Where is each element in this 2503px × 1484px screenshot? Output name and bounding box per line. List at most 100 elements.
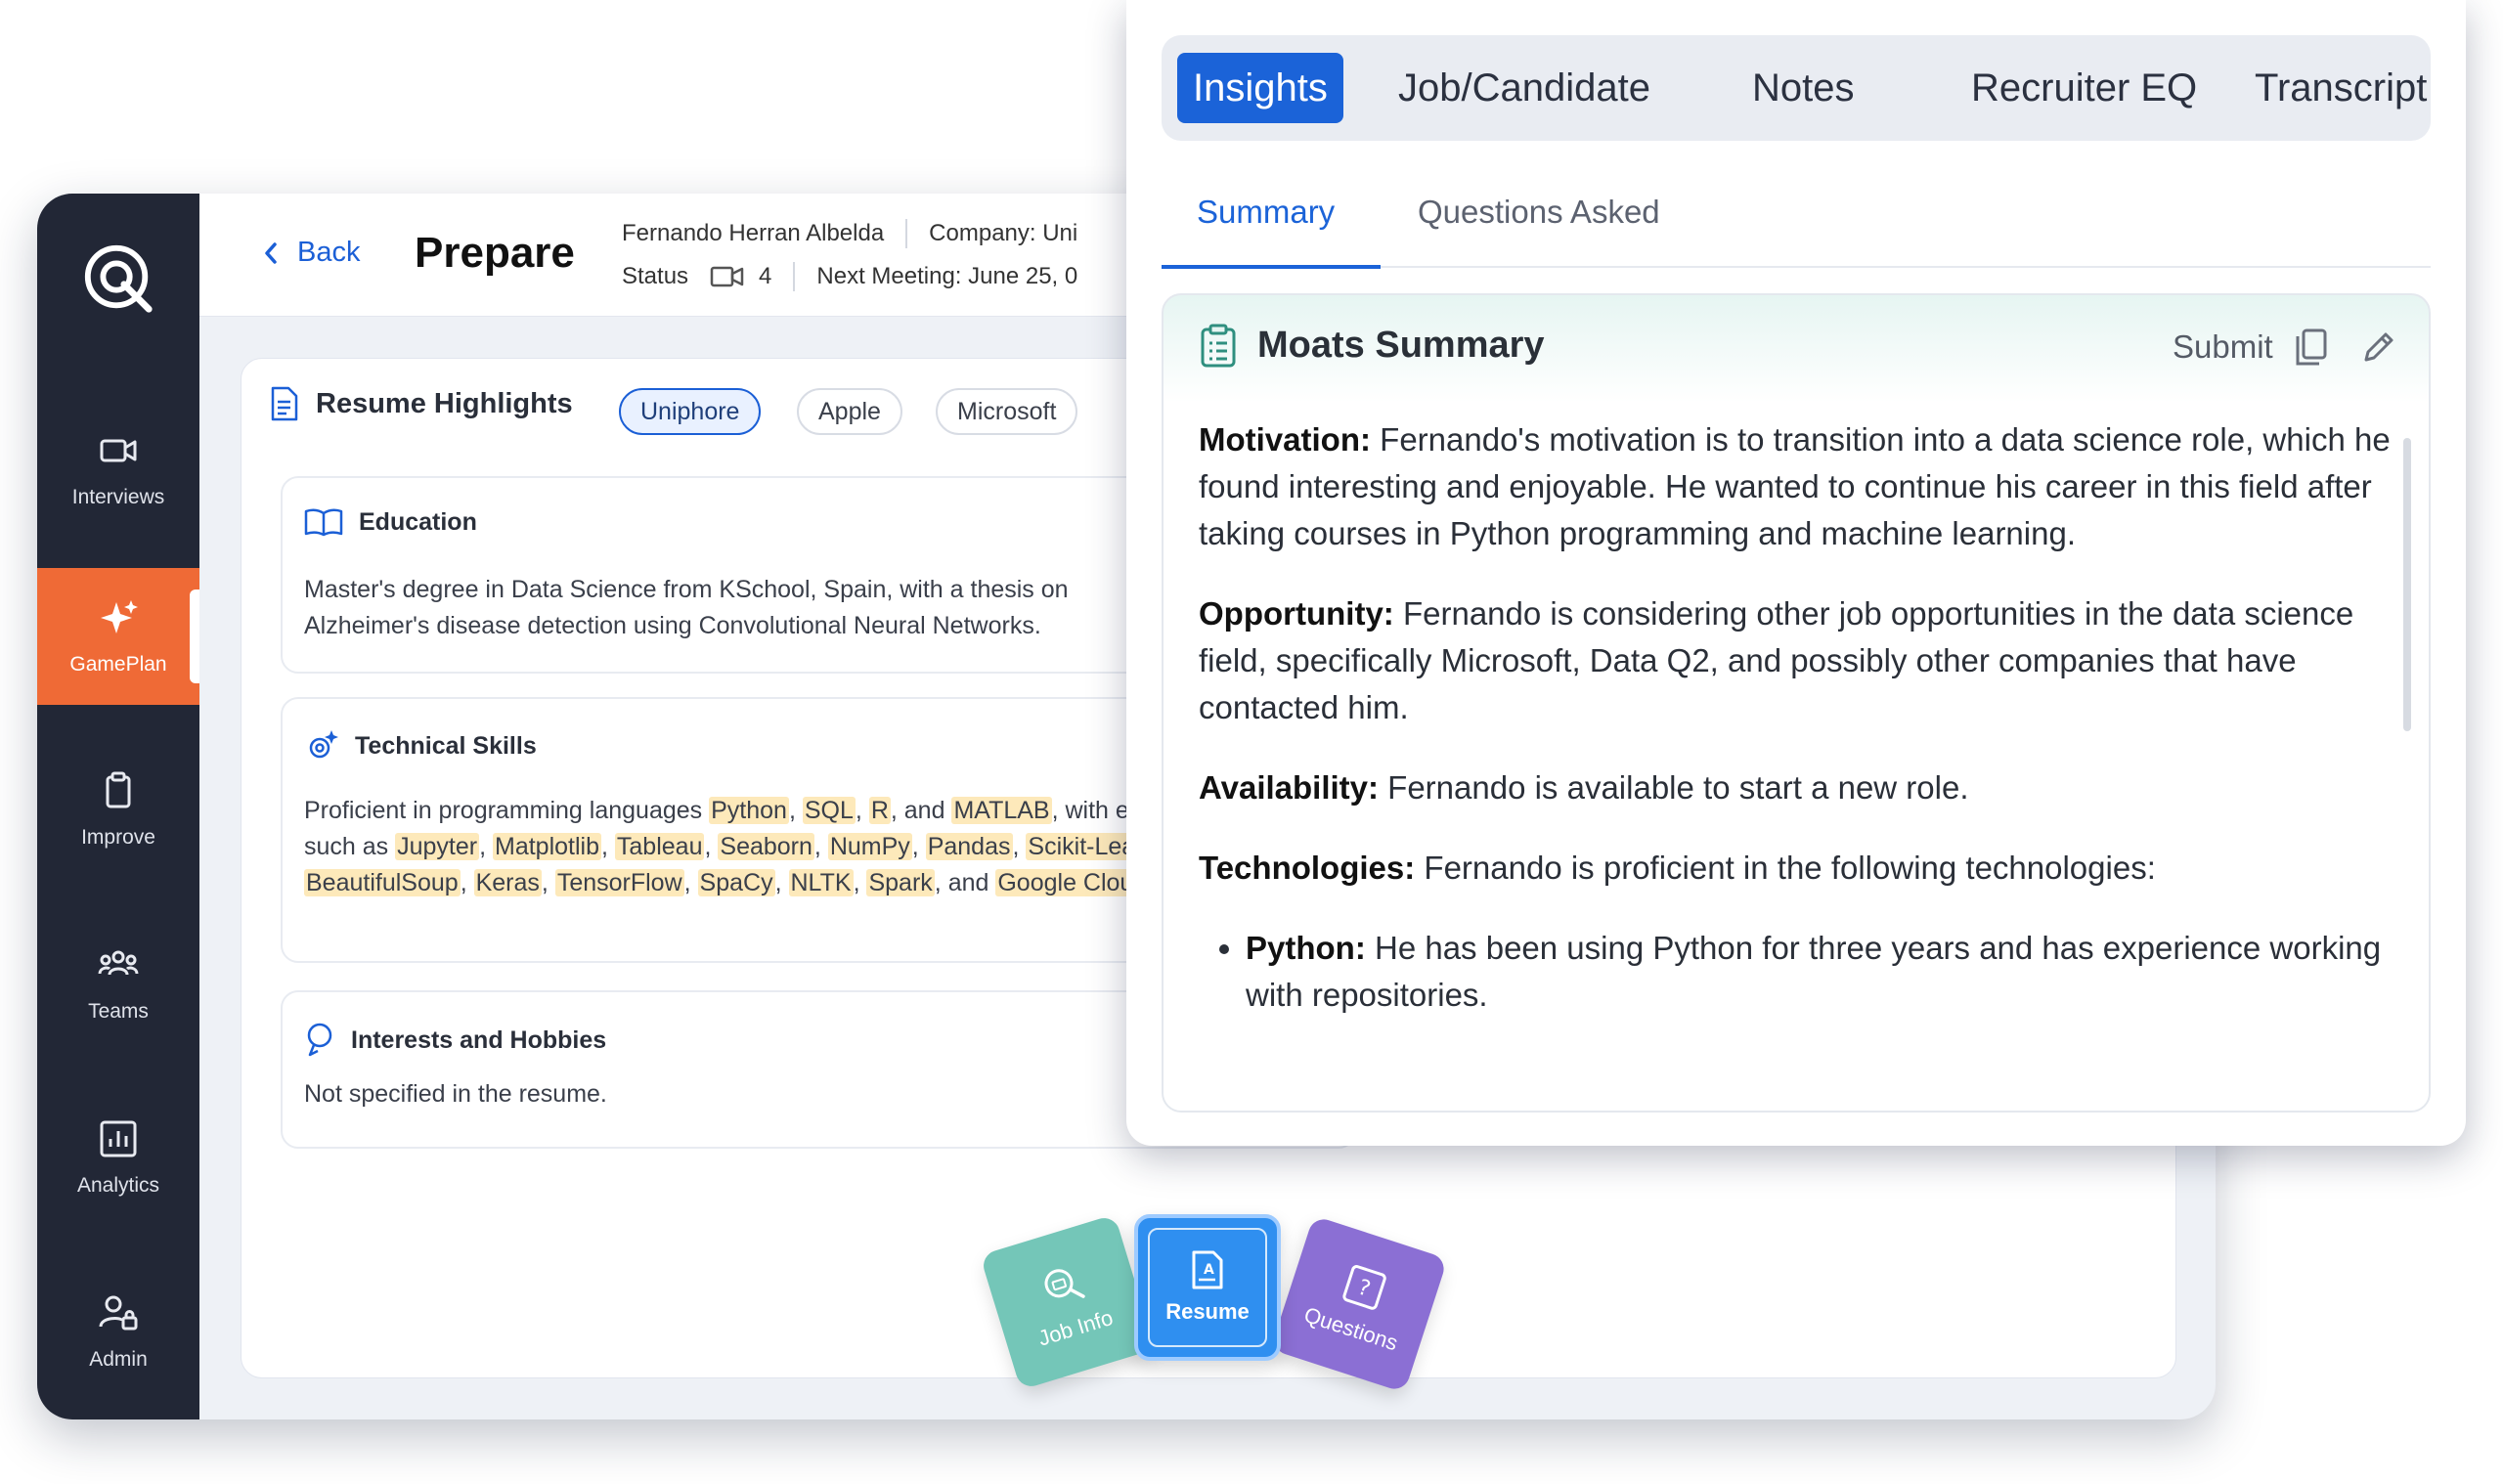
skill-highlight: NumPy [827, 833, 912, 860]
availability-text: Fernando is available to start a new rol… [1387, 769, 1969, 806]
panel-subtabs: Summary Questions Asked [1162, 174, 2431, 269]
company-chip-uniphore[interactable]: Uniphore [619, 388, 762, 435]
pencil-icon[interactable] [2358, 327, 2399, 368]
skill-highlight: MATLAB [951, 797, 1052, 824]
motivation-paragraph: Motivation: Fernando's motivation is to … [1199, 416, 2392, 557]
skill-highlight: Seaborn [718, 833, 814, 860]
sidebar-item-admin[interactable]: Admin [37, 1263, 199, 1400]
resume-highlights-header: Resume Highlights [269, 386, 573, 421]
moats-summary-card: Moats Summary Submit Motivation: Fernand… [1162, 293, 2431, 1113]
interests-title: Interests and Hobbies [351, 1026, 607, 1054]
document-icon [271, 386, 298, 421]
skill-highlight: Spark [866, 869, 935, 896]
technical-skills-header: Technical Skills [304, 728, 537, 764]
motivation-label: Motivation: [1199, 421, 1371, 458]
skill-highlight: SpaCy [697, 869, 775, 896]
gear-sparkle-icon [309, 730, 338, 759]
tab-transcript[interactable]: Transcript [2255, 53, 2427, 123]
education-header: Education [304, 507, 477, 537]
skill-highlight: Python [709, 797, 789, 824]
subtab-summary[interactable]: Summary [1197, 194, 1335, 231]
sidebar-item-interviews[interactable]: Interviews [37, 401, 199, 538]
sidebar-item-label: GamePlan [69, 653, 167, 676]
sidebar-item-gameplan[interactable]: GamePlan [37, 568, 199, 705]
chevron-left-icon [265, 241, 277, 264]
technologies-text: Fernando is proficient in the following … [1424, 850, 2156, 886]
copy-icon[interactable] [2292, 327, 2331, 368]
company-chip-microsoft[interactable]: Microsoft [936, 388, 1078, 435]
skill-highlight: SQL [802, 797, 856, 824]
clipboard-list-icon [1201, 324, 1236, 368]
subtab-questions-asked[interactable]: Questions Asked [1418, 194, 1660, 231]
analytics-chart-icon [100, 1120, 137, 1157]
opportunity-label: Opportunity: [1199, 595, 1394, 632]
summary-scrollbar[interactable] [2403, 438, 2411, 731]
tab-insights[interactable]: Insights [1177, 53, 1343, 123]
questions-label: Questions [1300, 1302, 1401, 1356]
technologies-paragraph: Technologies: Fernando is proficient in … [1199, 845, 2392, 892]
panel-tabs: Insights Job/Candidate Notes Recruiter E… [1162, 35, 2431, 141]
back-button[interactable]: Back [262, 237, 360, 269]
clipboard-icon [106, 771, 131, 808]
education-title: Education [359, 507, 477, 536]
user-lock-icon [99, 1295, 138, 1331]
video-count: 4 [710, 263, 771, 290]
tab-job-candidate[interactable]: Job/Candidate [1398, 53, 1650, 123]
moats-summary-title: Moats Summary [1257, 324, 1545, 366]
svg-text:?: ? [1355, 1276, 1374, 1302]
skill-highlight: Jupyter [395, 833, 480, 860]
open-book-icon [304, 508, 343, 537]
sidebar-item-teams[interactable]: Teams [37, 915, 199, 1052]
availability-paragraph: Availability: Fernando is available to s… [1199, 764, 2392, 811]
page-title: Prepare [415, 229, 575, 277]
company-chip-apple[interactable]: Apple [797, 388, 902, 435]
tab-recruiter-eq[interactable]: Recruiter EQ [1971, 53, 2197, 123]
app-logo-icon[interactable] [80, 240, 156, 317]
sidebar-item-label: Interviews [71, 486, 165, 508]
skill-highlight: TensorFlow [554, 869, 684, 896]
insights-panel: Insights Job/Candidate Notes Recruiter E… [1126, 0, 2466, 1146]
list-item: Python: He has been using Python for thr… [1246, 925, 2392, 1019]
team-icon [98, 950, 139, 976]
candidate-meta: Fernando Herran Albelda Company: Uni [622, 219, 1077, 248]
status-meta: Status 4 Next Meeting: June 25, 0 [622, 262, 1077, 291]
tab-notes[interactable]: Notes [1752, 53, 1855, 123]
active-subtab-indicator [1162, 265, 1381, 269]
opportunity-paragraph: Opportunity: Fernando is considering oth… [1199, 590, 2392, 731]
sidebar-item-analytics[interactable]: Analytics [37, 1089, 199, 1226]
skill-highlight: R [868, 797, 891, 824]
availability-label: Availability: [1199, 769, 1379, 806]
python-label: Python: [1246, 930, 1366, 966]
sparkles-icon [101, 600, 138, 633]
skill-highlight: Keras [473, 869, 542, 896]
divider [905, 219, 908, 248]
sidebar-item-label: Analytics [76, 1174, 160, 1197]
resume-card[interactable]: A Resume [1134, 1214, 1281, 1361]
video-count-value: 4 [759, 263, 772, 289]
sidebar-item-label: Improve [81, 826, 155, 849]
skill-highlight: Matplotlib [493, 833, 601, 860]
moats-summary-body: Motivation: Fernando's motivation is to … [1199, 416, 2392, 1028]
submit-button[interactable]: Submit [2173, 328, 2273, 366]
sidebar-item-improve[interactable]: Improve [37, 741, 199, 878]
education-body: Master's degree in Data Science from KSc… [304, 576, 1069, 639]
question-icon: ? [1342, 1265, 1386, 1310]
technologies-list: Python: He has been using Python for thr… [1246, 925, 2392, 1019]
skill-highlight: NLTK [788, 869, 854, 896]
resume-card-frame [1148, 1228, 1267, 1347]
technologies-label: Technologies: [1199, 850, 1416, 886]
status-label: Status [622, 263, 689, 289]
divider [793, 262, 796, 291]
sidebar-item-label: Admin [89, 1348, 148, 1371]
python-text: He has been using Python for three years… [1246, 930, 2382, 1013]
video-camera-icon [100, 439, 137, 462]
company-name: Company: Uni [929, 220, 1078, 246]
skill-highlight: Pandas [925, 833, 1013, 860]
motivation-text: Fernando's motivation is to transition i… [1199, 421, 2391, 551]
skill-highlight: Tableau [614, 833, 705, 860]
search-briefcase-icon [1044, 1269, 1085, 1298]
sidebar-item-label: Teams [88, 1000, 149, 1023]
resume-highlights-title: Resume Highlights [316, 387, 573, 419]
back-label: Back [297, 237, 361, 268]
video-camera-icon [710, 266, 744, 287]
